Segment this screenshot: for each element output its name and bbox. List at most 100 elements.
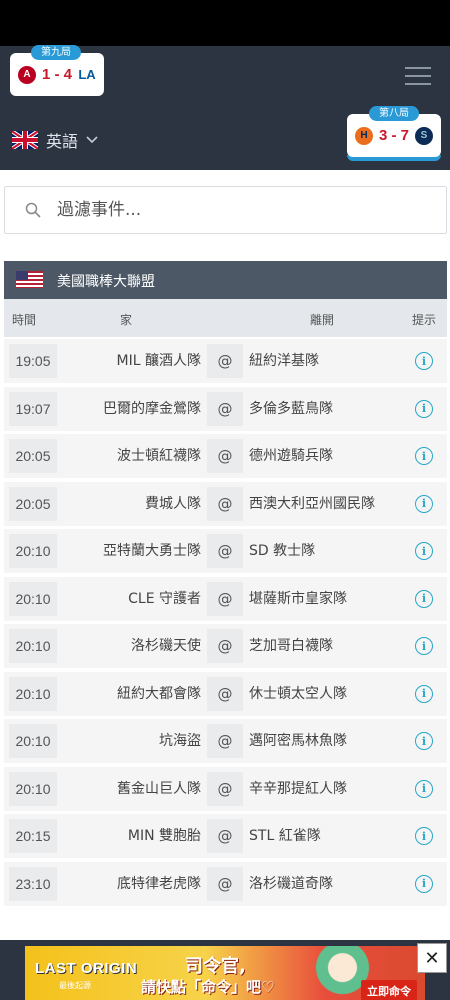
versus-marker: @	[207, 771, 243, 806]
table-row[interactable]: 20:10 洛杉磯天使 @ 芝加哥白襪隊 i	[4, 624, 447, 668]
astros-logo: H	[354, 126, 373, 145]
versus-marker: @	[207, 819, 243, 853]
home-team: MIN 雙胞胎	[127, 828, 201, 844]
versus-marker: @	[207, 676, 243, 711]
table-row[interactable]: 20:15 MIN 雙胞胎 @ STL 紅雀隊 i	[4, 814, 447, 858]
game-time: 20:05	[9, 486, 57, 521]
away-team: 德州遊騎兵隊	[249, 448, 333, 464]
game-time: 19:05	[9, 344, 57, 378]
versus-marker: @	[207, 581, 243, 616]
game-time: 19:07	[9, 391, 57, 426]
table-row[interactable]: 20:05 費城人隊 @ 西澳大利亞州國民隊 i	[4, 481, 447, 526]
league-name: 美國職棒大聯盟	[57, 274, 155, 290]
language-label: 英語	[46, 132, 79, 151]
search-input[interactable]	[57, 200, 417, 220]
info-icon[interactable]: i	[415, 447, 433, 465]
away-team: 紐約洋基隊	[249, 353, 319, 369]
away-team: 多倫多藍鳥隊	[249, 400, 333, 417]
away-team: 芝加哥白襪隊	[249, 638, 333, 654]
search-icon	[25, 202, 41, 218]
ad-brand-sub: 最後起源	[59, 981, 91, 990]
home-team: 洛杉磯天使	[131, 638, 201, 654]
versus-marker: @	[207, 866, 243, 901]
info-icon[interactable]: i	[415, 827, 433, 845]
away-team: 西澳大利亞州國民隊	[249, 495, 375, 512]
table-row[interactable]: 19:07 巴爾的摩金鶯隊 @ 多倫多藍鳥隊 i	[4, 386, 447, 431]
column-time: 時間	[12, 313, 37, 327]
menu-icon[interactable]	[405, 67, 431, 85]
league-header[interactable]: 美國職棒大聯盟	[4, 261, 447, 299]
table-row[interactable]: 19:05 MIL 釀酒人隊 @ 紐約洋基隊 i	[4, 339, 447, 383]
info-icon[interactable]: i	[415, 779, 433, 798]
info-icon[interactable]: i	[415, 732, 433, 750]
table-row[interactable]: 20:10 舊金山巨人隊 @ 辛辛那提紅人隊 i	[4, 766, 447, 811]
versus-marker: @	[207, 344, 243, 378]
away-team: 休士頓太空人隊	[249, 685, 347, 702]
table-row[interactable]: 23:10 底特律老虎隊 @ 洛杉磯道奇隊 i	[4, 861, 447, 906]
game-time: 20:10	[9, 676, 57, 711]
home-team: 坑海盜	[159, 733, 201, 749]
info-icon[interactable]: i	[415, 352, 433, 370]
table-row[interactable]: 20:10 紐約大都會隊 @ 休士頓太空人隊 i	[4, 671, 447, 716]
game-time: 20:05	[9, 439, 57, 473]
versus-marker: @	[207, 724, 243, 758]
away-team: 堪薩斯市皇家隊	[249, 590, 347, 607]
inning-badge-2: 第八局	[369, 106, 419, 121]
game-time: 20:15	[9, 819, 57, 853]
info-icon[interactable]: i	[415, 637, 433, 655]
home-team: CLE 守護者	[128, 590, 201, 607]
versus-marker: @	[207, 534, 243, 568]
angels-logo: A	[17, 65, 36, 84]
close-icon[interactable]: ✕	[417, 943, 447, 973]
live-score-1: 1 - 4	[41, 66, 72, 83]
home-team: 巴爾的摩金鶯隊	[103, 400, 201, 417]
ad-cta-button[interactable]: 立即命令	[361, 980, 417, 1000]
game-time: 20:10	[9, 581, 57, 616]
ad-subline: 請快點「命令」吧♡	[141, 978, 275, 996]
table-row[interactable]: 20:10 亞特蘭大勇士隊 @ SD 教士隊 i	[4, 529, 447, 573]
game-time: 20:10	[9, 629, 57, 663]
versus-marker: @	[207, 391, 243, 426]
column-away: 離開	[310, 313, 335, 327]
game-time: 23:10	[9, 866, 57, 901]
live-score-2: 3 - 7	[378, 127, 409, 144]
info-icon[interactable]: i	[415, 399, 433, 418]
away-team: SD 教士隊	[249, 543, 316, 559]
home-team: 費城人隊	[145, 495, 201, 512]
table-header: 時間 家 離開 提示	[4, 299, 447, 337]
info-icon[interactable]: i	[415, 589, 433, 608]
game-time: 20:10	[9, 534, 57, 568]
game-time: 20:10	[9, 724, 57, 758]
ad-banner[interactable]: LAST ORIGIN 最後起源 司令官, 請快點「命令」吧♡ 立即命令	[25, 946, 425, 1000]
info-icon[interactable]: i	[415, 684, 433, 703]
versus-marker: @	[207, 439, 243, 473]
info-icon[interactable]: i	[415, 874, 433, 893]
away-team: STL 紅雀隊	[249, 828, 321, 844]
home-team: 底特律老虎隊	[117, 875, 201, 892]
home-team: MIL 釀酒人隊	[116, 353, 201, 369]
info-icon[interactable]: i	[415, 494, 433, 513]
chevron-down-icon	[86, 134, 98, 147]
versus-marker: @	[207, 629, 243, 663]
language-selector[interactable]: 英語	[12, 128, 98, 152]
table-row[interactable]: 20:05 波士頓紅襪隊 @ 德州遊騎兵隊 i	[4, 434, 447, 478]
ad-headline: 司令官,	[185, 956, 246, 977]
away-team: 洛杉磯道奇隊	[249, 875, 333, 892]
versus-marker: @	[207, 486, 243, 521]
mariners-logo: S	[415, 126, 433, 145]
table-row[interactable]: 20:10 坑海盜 @ 邁阿密馬林魚隊 i	[4, 719, 447, 763]
home-team: 舊金山巨人隊	[117, 780, 201, 797]
column-tip: 提示	[412, 313, 437, 327]
away-team: 邁阿密馬林魚隊	[249, 733, 347, 749]
info-icon[interactable]: i	[415, 542, 433, 560]
us-flag-icon	[16, 271, 43, 288]
uk-flag-icon	[12, 131, 38, 149]
search-box[interactable]	[4, 186, 447, 234]
home-team: 紐約大都會隊	[117, 685, 201, 702]
column-home: 家	[120, 313, 133, 327]
ad-brand: LAST ORIGIN	[35, 960, 138, 977]
table-row[interactable]: 20:10 CLE 守護者 @ 堪薩斯市皇家隊 i	[4, 576, 447, 621]
game-time: 20:10	[9, 771, 57, 806]
inning-badge-1: 第九局	[31, 45, 81, 60]
away-team: 辛辛那提紅人隊	[249, 780, 347, 797]
